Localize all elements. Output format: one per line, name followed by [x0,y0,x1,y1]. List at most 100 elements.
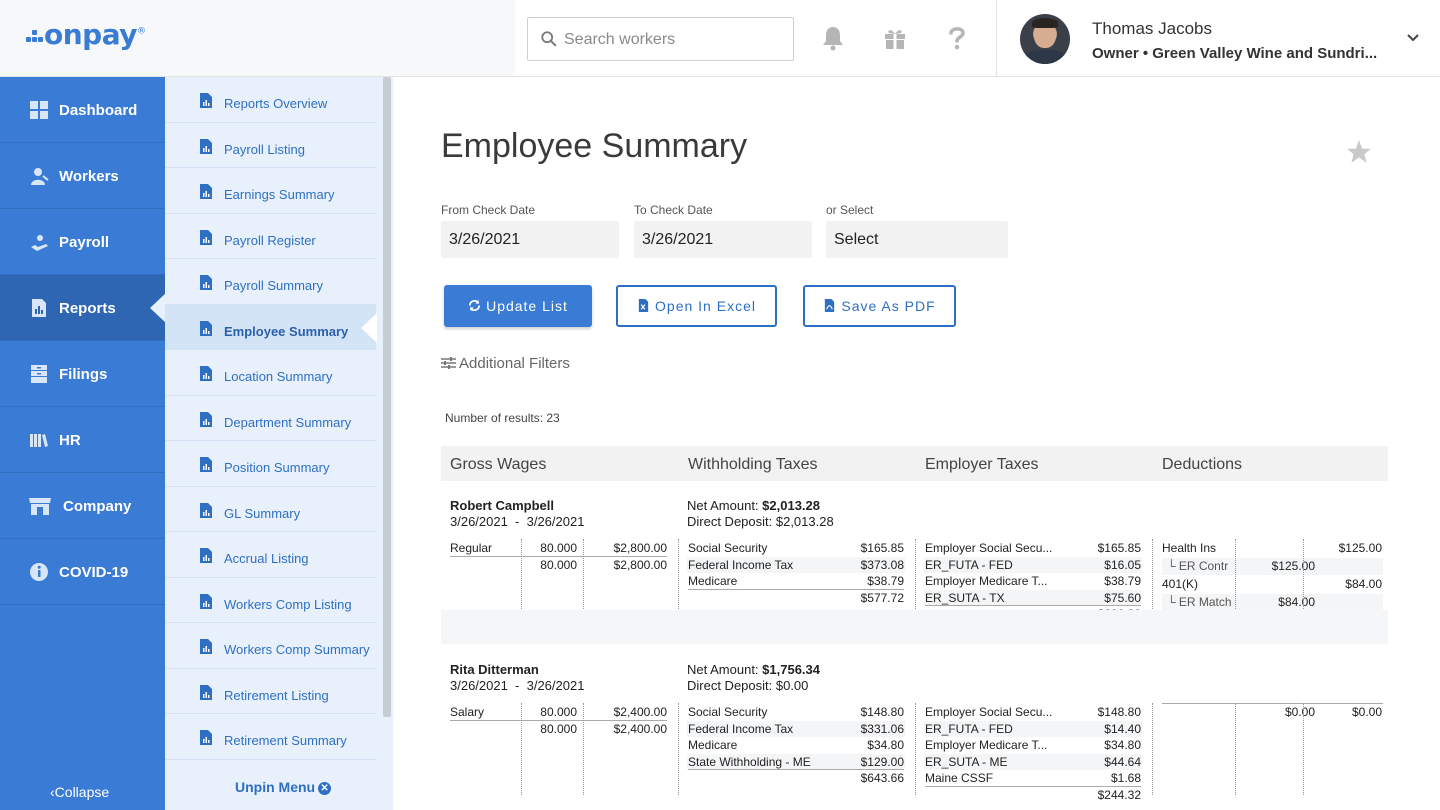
submenu-item-reports-overview[interactable]: Reports Overview [165,77,376,123]
nav-item-filings[interactable]: Filings [0,341,165,407]
nav-label: COVID-19 [59,564,129,581]
nav-item-workers[interactable]: Workers [0,143,165,209]
divider [925,786,1141,787]
date-range-select[interactable]: Select [826,221,1008,258]
nav-item-hr[interactable]: HR [0,407,165,473]
submenu-item-gl-summary[interactable]: GL Summary [165,487,376,532]
user-role: Owner • Green Valley Wine and Sundri... [1092,45,1378,62]
to-date-field[interactable]: 3/26/2021 [634,221,812,258]
column-header-gross-wages: Gross Wages [450,456,547,473]
logo-dots-icon [26,30,43,44]
submenu-item-department-summary[interactable]: Department Summary [165,396,376,441]
divider [521,703,522,795]
save-as-pdf-button[interactable]: Save As PDF [803,285,956,327]
update-list-button[interactable]: Update List [444,285,592,327]
employee-name[interactable]: Rita Ditterman [450,662,539,677]
submenu-item-location-summary[interactable]: Location Summary [165,350,376,396]
nav-item-payroll[interactable]: Payroll [0,209,165,275]
employer-tax-name: Employer Social Secu... [925,541,1053,555]
chevron-down-icon[interactable] [1405,30,1421,46]
submenu-item-position-summary[interactable]: Position Summary [165,441,376,487]
submenu-item-earnings-summary[interactable]: Earnings Summary [165,168,376,214]
direct-deposit: Direct Deposit: $2,013.28 [687,514,834,529]
gift-icon[interactable] [881,24,909,52]
favorite-star-icon[interactable] [1346,139,1372,165]
submenu-label: Payroll Register [224,232,316,248]
divider [925,605,1141,607]
nav-item-dashboard[interactable]: Dashboard [0,77,165,143]
column-header-withholding-taxes: Withholding Taxes [688,456,818,473]
submenu-item-payroll-listing[interactable]: Payroll Listing [165,123,376,168]
divider [688,769,904,771]
nav-label: Reports [59,300,116,317]
close-icon: ✕ [318,782,332,795]
additional-filters-toggle[interactable]: Additional Filters [441,355,570,372]
column-header-employer-taxes: Employer Taxes [925,456,1039,473]
submenu-label: Reports Overview [224,96,328,111]
employee-name[interactable]: Robert Campbell [450,498,554,513]
main-nav: Dashboard Workers Payroll Reports Filing… [0,77,166,810]
employer-tax-amount: $38.79 [1104,574,1141,589]
open-in-excel-button[interactable]: Open In Excel [616,285,777,327]
from-date-field[interactable]: 3/26/2021 [441,221,619,258]
active-pointer [150,293,166,323]
report-document-icon [200,730,212,745]
dashboard-icon [30,101,48,119]
submenu-item-payroll-summary[interactable]: Payroll Summary [165,259,376,305]
submenu-item-employee-summary[interactable]: Employee Summary [165,304,377,350]
submenu-item-workers-comp-summary[interactable]: Workers Comp Summary [165,623,376,669]
employer-tax-name: Employer Social Secu... [925,705,1053,719]
nav-label: Filings [59,366,108,383]
nav-item-reports[interactable]: Reports [0,275,166,341]
submenu-item-retirement-listing[interactable]: Retirement Listing [165,669,376,714]
logo-text: onpay [44,18,138,51]
top-bar: onpay® Thomas Jacobs Owner • Green Valle… [0,0,1440,77]
bell-icon[interactable] [819,24,847,52]
submenu-item-retirement-summary[interactable]: Retirement Summary [165,714,376,760]
report-document-icon [200,639,212,654]
user-menu[interactable]: Thomas Jacobs Owner • Green Valley Wine … [996,0,1440,76]
scrollbar[interactable] [383,77,391,717]
withholding-total: $577.72 [860,590,904,605]
withholding-amount: $165.85 [860,541,904,555]
nav-item-covid-19[interactable]: COVID-19 [0,539,165,605]
deduction-name: └ ER Match [1167,595,1232,609]
submenu-label: Workers Comp Summary [224,642,370,657]
employer-tax-amount: $148.80 [1097,705,1141,719]
nav-label: Company [63,498,132,515]
divider [1235,703,1236,795]
avatar[interactable] [1020,14,1070,64]
report-document-icon [200,229,212,245]
reports-icon [32,299,46,317]
user-name: Thomas Jacobs [1092,19,1212,38]
divider [678,703,679,795]
withholding-total: $643.66 [860,771,904,786]
divider [1152,703,1153,795]
submenu-item-payroll-register[interactable]: Payroll Register [165,214,376,259]
unpin-menu-button[interactable]: Unpin Menu ✕ [235,779,332,795]
employer-tax-total: $244.32 [1097,788,1141,802]
nav-item-company[interactable]: Company [0,473,165,539]
withholding-amount: $38.79 [867,574,904,589]
wage-hours: 80.000 [540,705,577,719]
submenu-label: Workers Comp Listing [224,596,352,612]
submenu-item-workers-comp-listing[interactable]: Workers Comp Listing [165,578,376,623]
logo-area: onpay® [0,0,515,76]
withholding-amount: $148.80 [860,705,904,719]
search-input[interactable] [564,26,784,54]
deduction-name: └ ER Contr [1167,559,1229,573]
withholding-amount: $373.08 [860,557,904,572]
report-document-icon [200,275,212,290]
submenu-label: Employee Summary [224,323,349,339]
divider [1303,703,1304,795]
to-date-label: To Check Date [634,203,713,217]
submenu-item-accrual-listing[interactable]: Accrual Listing [165,532,376,578]
report-document-icon [200,684,212,700]
help-icon[interactable] [943,24,971,52]
net-amount: Net Amount: $2,013.28 [687,498,820,513]
onpay-logo[interactable]: onpay® [26,18,146,51]
search-box[interactable] [527,17,794,61]
collapse-button[interactable]: ‹Collapse [50,784,109,800]
employee-separator [441,610,1388,644]
withholding-name: Medicare [688,574,738,589]
